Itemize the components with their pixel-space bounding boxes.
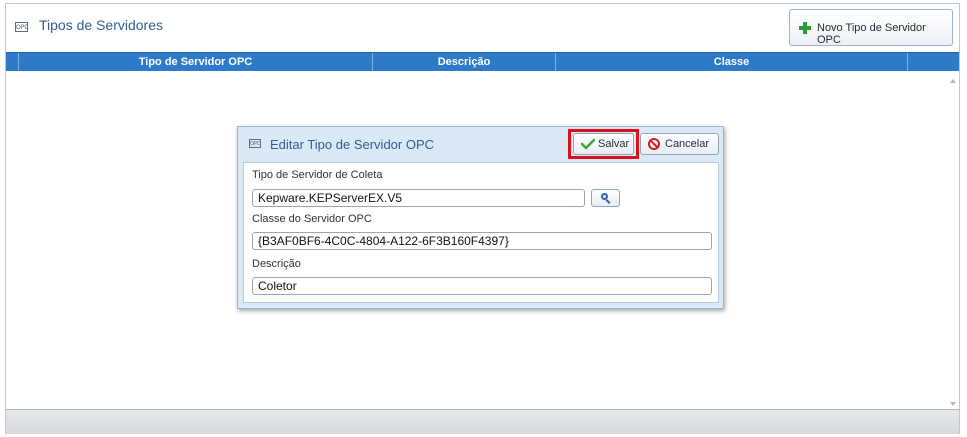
plus-icon bbox=[799, 22, 811, 34]
cancel-button-label: Cancelar bbox=[665, 138, 710, 150]
dialog-form: Tipo de Servidor de Coleta Kepware.KEPSe… bbox=[243, 162, 719, 303]
page-title: Tipos de Servidores bbox=[39, 17, 163, 33]
new-opc-server-type-button[interactable]: Novo Tipo de Servidor OPC bbox=[789, 9, 953, 46]
column-header-opc-server-type[interactable]: Tipo de Servidor OPC bbox=[19, 53, 372, 71]
column-header-description[interactable]: Descrição bbox=[373, 53, 555, 71]
save-button[interactable]: Salvar bbox=[573, 133, 634, 155]
search-icon-handle bbox=[605, 199, 611, 204]
checkmark-icon bbox=[581, 138, 595, 150]
grid-header: Tipo de Servidor OPC Descrição Classe bbox=[6, 52, 959, 71]
dialog-title: Editar Tipo de Servidor OPC bbox=[270, 137, 435, 152]
grid-footer bbox=[6, 409, 959, 434]
toolbar: OPC Tipos de Servidores Novo Tipo de Ser… bbox=[6, 4, 959, 52]
column-separator bbox=[907, 53, 908, 71]
save-button-label: Salvar bbox=[598, 138, 630, 150]
opc-icon: OPC bbox=[15, 22, 29, 32]
prohibited-icon bbox=[648, 138, 660, 150]
edit-opc-server-type-dialog: OPC Editar Tipo de Servidor OPC Salvar C… bbox=[237, 126, 724, 309]
collector-type-input[interactable]: Kepware.KEPServerEX.V5 bbox=[252, 189, 585, 207]
scroll-up-arrow-icon[interactable] bbox=[950, 79, 956, 83]
column-header-class[interactable]: Classe bbox=[556, 53, 907, 71]
scroll-down-arrow-icon[interactable] bbox=[950, 402, 956, 406]
opc-icon: OPC bbox=[249, 139, 261, 148]
description-input[interactable]: Coletor bbox=[252, 277, 712, 295]
cancel-button[interactable]: Cancelar bbox=[640, 133, 719, 155]
description-label: Descrição bbox=[252, 258, 301, 270]
opc-class-label: Classe do Servidor OPC bbox=[252, 213, 372, 225]
opc-class-input[interactable]: {B3AF0BF6-4C0C-4804-A122-6F3B160F4397} bbox=[252, 232, 712, 250]
collector-type-label: Tipo de Servidor de Coleta bbox=[252, 169, 383, 181]
new-button-label: Novo Tipo de Servidor OPC bbox=[817, 22, 926, 46]
search-button[interactable] bbox=[591, 189, 620, 207]
